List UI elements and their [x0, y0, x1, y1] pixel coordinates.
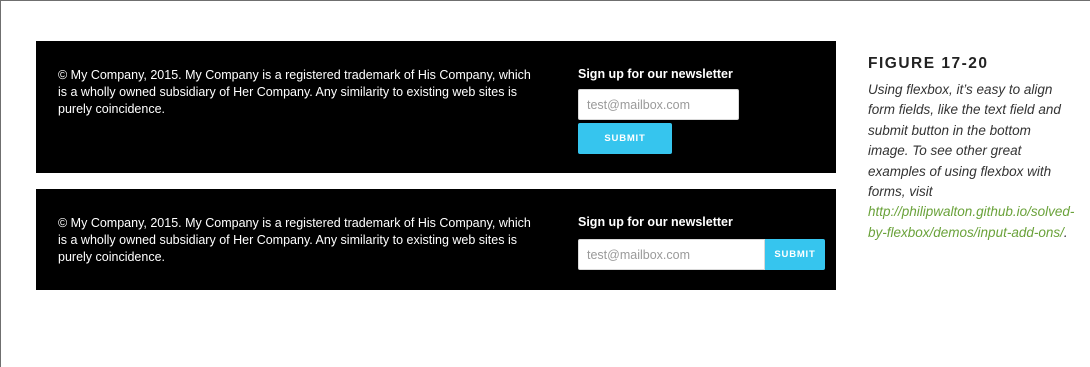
figure-caption: FIGURE 17-20 Using flexbox, it’s easy to…	[868, 54, 1074, 243]
caption-link[interactable]: http://philipwalton.github.io/solved-by-…	[868, 204, 1074, 239]
caption-period: .	[1063, 224, 1068, 240]
figure-label: FIGURE 17-20	[868, 55, 989, 72]
footer-example-bottom: © My Company, 2015. My Company is a regi…	[36, 189, 836, 290]
newsletter-heading: Sign up for our newsletter	[578, 215, 733, 229]
submit-button[interactable]: SUBMIT	[578, 123, 672, 154]
copyright-text: © My Company, 2015. My Company is a regi…	[58, 216, 531, 264]
caption-body: Using flexbox, it’s easy to align form f…	[868, 82, 1061, 200]
email-input[interactable]: test@mailbox.com	[578, 89, 739, 120]
email-input[interactable]: test@mailbox.com	[578, 239, 765, 270]
submit-button[interactable]: SUBMIT	[765, 239, 825, 270]
newsletter-heading: Sign up for our newsletter	[578, 67, 733, 81]
copyright-text: © My Company, 2015. My Company is a regi…	[58, 68, 531, 116]
caption-text: Using flexbox, it’s easy to align form f…	[868, 80, 1074, 243]
footer-example-top: © My Company, 2015. My Company is a regi…	[36, 41, 836, 173]
